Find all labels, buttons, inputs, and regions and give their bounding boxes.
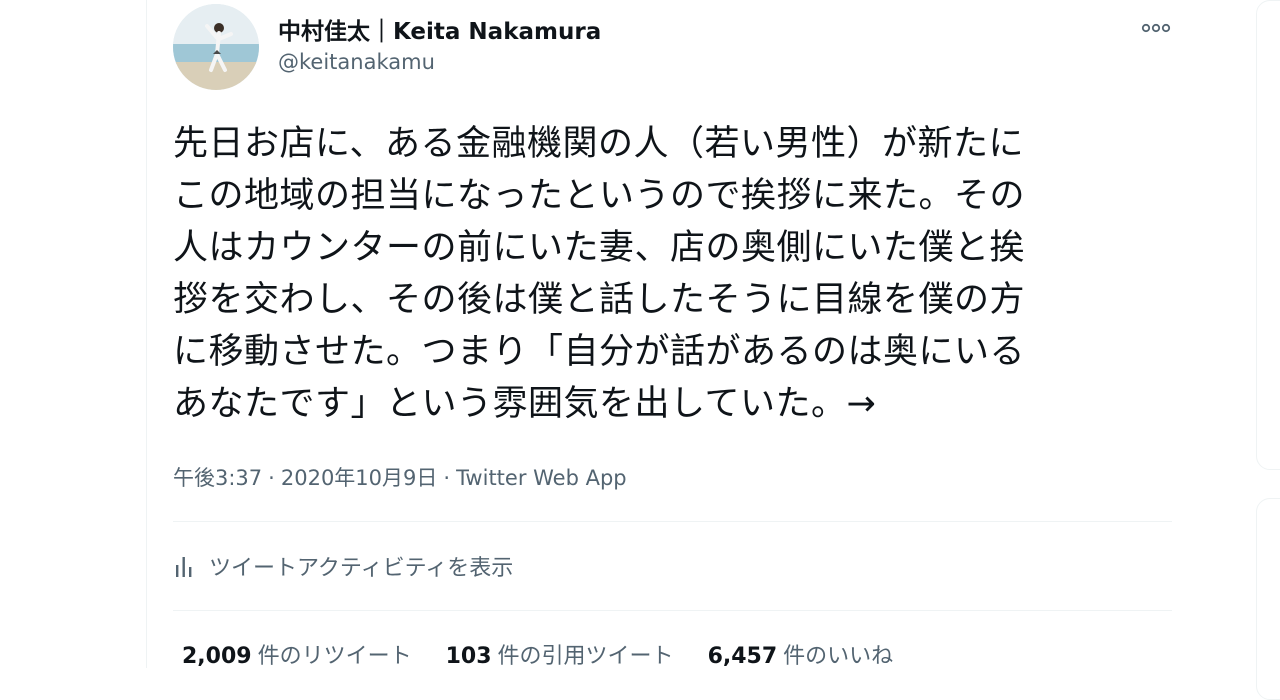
tweet-text: 先日お店に、ある金融機関の人（若い男性）が新たに この地域の担当になったというの…: [173, 118, 1163, 430]
tweet-text-line: 拶を交わし、その後は僕と話したそうに目線を僕の方: [173, 280, 1026, 320]
quotes-count: 103: [445, 644, 492, 669]
engagement-stats: 2,009 件のリツイート 103 件の引用ツイート 6,457 件のいいね: [182, 638, 893, 670]
tweet-metadata: 午後3:37 · 2020年10月9日 · Twitter Web App: [173, 462, 627, 492]
tweet-source[interactable]: Twitter Web App: [456, 466, 627, 490]
tweet-date[interactable]: 2020年10月9日: [281, 466, 438, 490]
bar-chart-icon: [176, 557, 192, 577]
tweet-text-line: この地域の担当になったというので挨拶に来た。その: [173, 176, 1026, 216]
author-name[interactable]: 中村佳太｜Keita Nakamura: [278, 12, 601, 46]
likes-stat[interactable]: 6,457 件のいいね: [708, 638, 894, 670]
activity-label: ツイートアクティビティを表示: [209, 556, 514, 581]
more-horizontal-icon: [1141, 23, 1171, 33]
avatar-photo: [173, 4, 259, 90]
retweets-count: 2,009: [182, 644, 252, 669]
divider: [173, 521, 1172, 522]
likes-count: 6,457: [707, 644, 778, 669]
divider: [173, 610, 1172, 611]
likes-label: 件のいいね: [783, 644, 894, 669]
quotes-stat[interactable]: 103 件の引用ツイート: [446, 638, 674, 670]
retweets-label: 件のリツイート: [257, 644, 412, 669]
left-gutter: [0, 0, 146, 668]
more-options-button[interactable]: [1138, 14, 1174, 42]
tweet-text-line: あなたです」という雰囲気を出していた。→: [173, 384, 877, 424]
author-avatar[interactable]: [173, 4, 259, 90]
tweet-text-line: 人はカウンターの前にいた妻、店の奥側にいた僕と挨: [173, 228, 1026, 268]
tweet-text-line: に移動させた。つまり「自分が話があるのは奥にいる: [173, 332, 1026, 372]
meta-separator: ·: [443, 466, 451, 490]
author-handle[interactable]: @keitanakamu: [278, 50, 435, 74]
quotes-label: 件の引用ツイート: [497, 644, 674, 669]
sidebar-card: [1256, 498, 1280, 700]
tweet-text-line: 先日お店に、ある金融機関の人（若い男性）が新たに: [173, 124, 1024, 164]
meta-separator: ·: [268, 466, 275, 490]
tweet-time[interactable]: 午後3:37: [173, 466, 262, 490]
retweets-stat[interactable]: 2,009 件のリツイート: [182, 638, 412, 670]
view-tweet-activity-link[interactable]: ツイートアクティビティを表示: [173, 548, 513, 584]
sidebar-card: [1256, 0, 1280, 470]
